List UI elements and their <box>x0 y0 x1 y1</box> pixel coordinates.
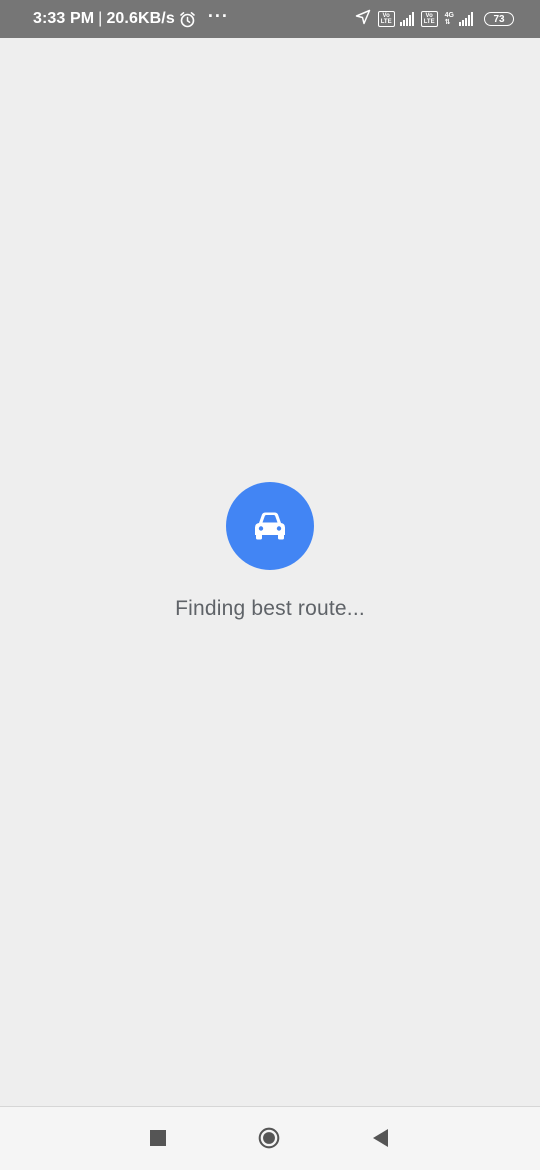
square-icon <box>150 1130 166 1146</box>
recents-button[interactable] <box>147 1127 169 1149</box>
network-type: 4G ⇅ <box>445 12 454 26</box>
car-icon-circle <box>226 482 314 570</box>
location-icon <box>355 9 371 30</box>
loading-message: Finding best route... <box>175 597 365 620</box>
network-type-label: 4G <box>444 12 454 19</box>
alarm-icon <box>179 11 196 28</box>
volte-lte: LTE <box>380 19 392 25</box>
data-arrows-icon: ⇅ <box>444 19 451 26</box>
status-left: 3:33 PM | 20.6KB/s ··· <box>33 5 229 30</box>
triangle-back-icon <box>373 1129 388 1147</box>
back-button[interactable] <box>369 1127 391 1149</box>
volte-icon-2: Vo LTE <box>420 11 438 27</box>
navigation-bar <box>0 1106 540 1170</box>
battery-icon: 73 <box>484 12 514 26</box>
circle-home-icon <box>258 1127 280 1149</box>
car-icon <box>255 512 285 540</box>
more-notifications-icon: ··· <box>207 5 229 26</box>
signal-icon <box>399 12 414 26</box>
status-net-speed: 20.6KB/s <box>106 10 175 27</box>
route-loading: Finding best route... <box>0 482 540 621</box>
status-bar: 3:33 PM | 20.6KB/s ··· Vo LTE Vo LTE 4G … <box>0 0 540 38</box>
volte-lte-2: LTE <box>423 19 435 25</box>
signal-icon-2 <box>459 12 473 26</box>
status-time: 3:33 PM <box>33 10 95 27</box>
status-separator: | <box>98 10 103 27</box>
status-right: Vo LTE Vo LTE 4G ⇅ 73 <box>355 9 514 30</box>
home-button[interactable] <box>258 1127 280 1149</box>
volte-icon: Vo LTE <box>377 11 395 27</box>
battery-level: 73 <box>493 13 505 25</box>
